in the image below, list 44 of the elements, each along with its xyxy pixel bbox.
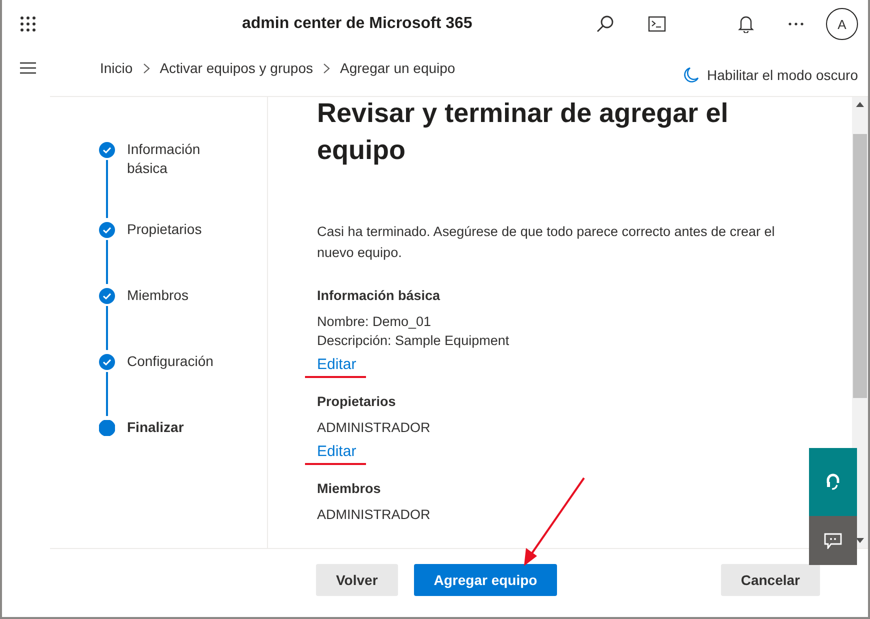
chevron-right-icon — [323, 62, 330, 74]
action-button[interactable]: Agregar equipo — [414, 564, 558, 596]
terminal-icon[interactable] — [648, 16, 666, 32]
section-value: ADMINISTRADOR — [317, 506, 432, 524]
action-button[interactable]: Volver — [316, 564, 398, 596]
section-title: Propietarios — [317, 394, 397, 409]
notification-bell-icon[interactable] — [738, 15, 754, 33]
more-options-icon[interactable] — [788, 22, 804, 26]
dark-mode-toggle[interactable]: Habilitar el modo oscuro — [684, 67, 858, 83]
moon-icon — [684, 67, 700, 83]
menu-icon[interactable] — [20, 62, 36, 74]
section-title: Información básica — [317, 288, 442, 303]
scroll-down-icon[interactable] — [856, 538, 864, 543]
breadcrumb-link[interactable]: Agregar un equipo — [340, 60, 456, 76]
step-label[interactable]: Miembros — [127, 286, 237, 352]
intro-text: Casi ha terminado. Asegúrese de que todo parece correcto antes de crear el nuevo equipo. — [317, 223, 776, 262]
step-label[interactable]: Configuración — [127, 352, 237, 418]
scrollbar-thumb[interactable] — [853, 134, 867, 398]
breadcrumb-link[interactable]: Activar equipos y grupos — [160, 60, 313, 76]
user-avatar[interactable]: A — [826, 8, 858, 40]
help-button[interactable] — [809, 448, 857, 516]
annotation-underline — [305, 463, 366, 465]
section-title: Miembros — [317, 481, 382, 496]
edit-link[interactable]: Editar — [317, 356, 356, 373]
chevron-right-icon — [142, 62, 150, 74]
section-value: Descripción: Sample Equipment — [317, 332, 510, 350]
annotation-underline — [305, 376, 366, 378]
feedback-button[interactable] — [809, 516, 857, 565]
step-label[interactable]: Finalizar — [127, 418, 237, 437]
breadcrumb-link[interactable]: Inicio — [100, 60, 133, 76]
headset-icon — [826, 473, 840, 491]
step-label[interactable]: Información básica — [127, 140, 237, 220]
app-launcher-icon[interactable] — [20, 16, 36, 32]
chat-bubble-icon — [824, 532, 842, 548]
edit-link[interactable]: Editar — [317, 443, 356, 460]
scrollbar[interactable] — [852, 97, 868, 548]
action-button[interactable]: Cancelar — [720, 564, 820, 596]
section-value: Nombre: Demo_01 — [317, 313, 432, 331]
scroll-up-icon[interactable] — [856, 102, 864, 107]
app-title: admin center de Microsoft 365 — [242, 15, 472, 33]
section-value: ADMINISTRADOR — [317, 419, 432, 437]
step-label[interactable]: Propietarios — [127, 220, 237, 286]
page-heading: Revisar y terminar de agregar el equipo — [317, 97, 730, 167]
search-icon[interactable] — [596, 15, 614, 33]
